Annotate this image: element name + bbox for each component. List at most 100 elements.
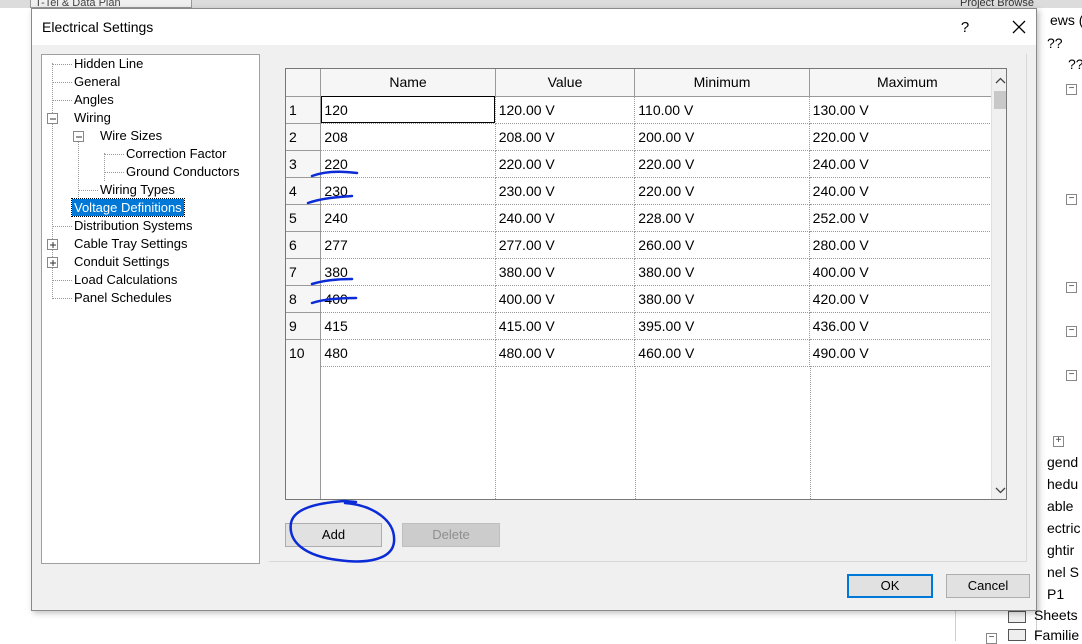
scroll-thumb[interactable] [994, 91, 1006, 109]
row-number-cell[interactable]: 10 [286, 339, 322, 367]
value-cell[interactable]: 220.00 V [495, 150, 636, 178]
value-cell[interactable]: 230.00 V [495, 177, 636, 205]
tree-item-distribution-systems[interactable]: Distribution Systems [74, 217, 192, 234]
name-cell[interactable]: 230 [320, 177, 496, 205]
collapse-icon[interactable]: − [986, 633, 997, 644]
maximum-cell[interactable]: 130.00 V [809, 96, 1006, 124]
name-cell[interactable]: 277 [320, 231, 496, 259]
maximum-cell[interactable]: 280.00 V [809, 231, 1006, 259]
tree-item-ground-conductors[interactable]: Ground Conductors [126, 163, 239, 180]
name-cell[interactable]: 480 [320, 339, 496, 367]
browser-fragment[interactable]: P1 [1047, 586, 1064, 602]
row-number-cell[interactable]: 5 [286, 204, 322, 232]
value-cell[interactable]: 400.00 V [495, 285, 636, 313]
maximum-cell[interactable]: 220.00 V [809, 123, 1006, 151]
name-cell[interactable]: 415 [320, 312, 496, 340]
maximum-cell[interactable]: 436.00 V [809, 312, 1006, 340]
table-row[interactable]: 2 208 208.00 V 200.00 V 220.00 V [286, 123, 1006, 151]
minimum-cell[interactable]: 395.00 V [634, 312, 810, 340]
close-button[interactable] [1006, 15, 1032, 39]
cancel-button[interactable]: Cancel [946, 574, 1030, 598]
column-header-minimum[interactable]: Minimum [634, 69, 810, 97]
table-row[interactable]: 5 240 240.00 V 228.00 V 252.00 V [286, 204, 1006, 232]
browser-fragment[interactable]: hedu [1047, 476, 1078, 492]
browser-fragment[interactable]: ghtir [1047, 542, 1074, 558]
name-cell[interactable]: 208 [320, 123, 496, 151]
table-row[interactable]: 10 480 480.00 V 460.00 V 490.00 V [286, 339, 1006, 367]
browser-fragment[interactable]: able [1047, 498, 1073, 514]
add-button[interactable]: Add [285, 523, 382, 547]
expand-icon[interactable]: + [1053, 436, 1064, 447]
name-cell[interactable]: 240 [320, 204, 496, 232]
browser-fragment[interactable]: nel S [1047, 564, 1079, 580]
minimum-cell[interactable]: 460.00 V [634, 339, 810, 367]
collapse-icon[interactable]: − [1066, 282, 1077, 293]
table-row[interactable]: 1 120 120.00 V 110.00 V 130.00 V [286, 96, 1006, 124]
tree-item-wiring-types[interactable]: Wiring Types [100, 181, 175, 198]
tree-item-general[interactable]: General [74, 73, 120, 90]
table-row[interactable]: 8 400 400.00 V 380.00 V 420.00 V [286, 285, 1006, 313]
delete-button[interactable]: Delete [402, 523, 500, 547]
maximum-cell[interactable]: 252.00 V [809, 204, 1006, 232]
tree-item-hidden-line[interactable]: Hidden Line [74, 55, 143, 72]
table-row[interactable]: 6 277 277.00 V 260.00 V 280.00 V [286, 231, 1006, 259]
wiring-collapse-icon[interactable] [47, 113, 58, 124]
collapse-icon[interactable]: − [1066, 84, 1077, 95]
tree-item-wire-sizes[interactable]: Wire Sizes [100, 127, 162, 144]
row-number-cell[interactable]: 9 [286, 312, 322, 340]
column-header-maximum[interactable]: Maximum [809, 69, 1006, 97]
conduit-expand-icon[interactable] [47, 257, 58, 268]
value-cell[interactable]: 480.00 V [495, 339, 636, 367]
value-cell[interactable]: 120.00 V [495, 96, 636, 124]
maximum-cell[interactable]: 240.00 V [809, 150, 1006, 178]
row-number-cell[interactable]: 1 [286, 96, 322, 124]
value-cell[interactable]: 277.00 V [495, 231, 636, 259]
tree-item-wiring[interactable]: Wiring [74, 109, 111, 126]
row-number-cell[interactable]: 2 [286, 123, 322, 151]
name-cell[interactable]: 380 [320, 258, 496, 286]
table-row[interactable]: 4 230 230.00 V 220.00 V 240.00 V [286, 177, 1006, 205]
background-view-tab[interactable]: T-Tel & Data Plan [30, 0, 192, 8]
value-cell[interactable]: 415.00 V [495, 312, 636, 340]
row-number-cell[interactable]: 4 [286, 177, 322, 205]
minimum-cell[interactable]: 220.00 V [634, 150, 810, 178]
row-number-cell[interactable]: 6 [286, 231, 322, 259]
row-number-cell[interactable]: 8 [286, 285, 322, 313]
tree-item-voltage-definitions[interactable]: Voltage Definitions [71, 198, 185, 217]
column-header-name[interactable]: Name [320, 69, 496, 97]
minimum-cell[interactable]: 228.00 V [634, 204, 810, 232]
tree-item-correction-factor[interactable]: Correction Factor [126, 145, 226, 162]
maximum-cell[interactable]: 240.00 V [809, 177, 1006, 205]
maximum-cell[interactable]: 490.00 V [809, 339, 1006, 367]
table-row[interactable]: 9 415 415.00 V 395.00 V 436.00 V [286, 312, 1006, 340]
minimum-cell[interactable]: 260.00 V [634, 231, 810, 259]
tree-item-angles[interactable]: Angles [74, 91, 114, 108]
tree-item-cable-tray-settings[interactable]: Cable Tray Settings [74, 235, 187, 252]
value-cell[interactable]: 208.00 V [495, 123, 636, 151]
value-cell[interactable]: 380.00 V [495, 258, 636, 286]
help-button[interactable]: ? [954, 17, 976, 39]
table-row[interactable]: 7 380 380.00 V 380.00 V 400.00 V [286, 258, 1006, 286]
row-number-cell[interactable]: 3 [286, 150, 322, 178]
tree-item-load-calculations[interactable]: Load Calculations [74, 271, 177, 288]
collapse-icon[interactable]: − [1066, 326, 1077, 337]
minimum-cell[interactable]: 380.00 V [634, 258, 810, 286]
scroll-down-button[interactable] [992, 482, 1006, 499]
wire-sizes-collapse-icon[interactable] [73, 131, 84, 142]
minimum-cell[interactable]: 380.00 V [634, 285, 810, 313]
table-row[interactable]: 3 220 220.00 V 220.00 V 240.00 V [286, 150, 1006, 178]
collapse-icon[interactable]: − [1066, 370, 1077, 381]
name-cell[interactable]: 120 [320, 96, 496, 124]
collapse-icon[interactable]: − [1066, 194, 1077, 205]
maximum-cell[interactable]: 400.00 V [809, 258, 1006, 286]
browser-fragment[interactable]: gend [1047, 454, 1078, 470]
scroll-up-button[interactable] [992, 72, 1006, 89]
voltage-grid[interactable]: Name Value Minimum Maximum 1 120 120.00 V1… [285, 68, 1007, 500]
settings-tree[interactable]: Hidden Line General Angles Wiring Wire S… [41, 54, 260, 564]
browser-sheets[interactable]: Sheets [1034, 607, 1078, 623]
minimum-cell[interactable]: 110.00 V [634, 96, 810, 124]
grid-vertical-scrollbar[interactable] [991, 69, 1006, 499]
row-number-cell[interactable]: 7 [286, 258, 322, 286]
tree-item-panel-schedules[interactable]: Panel Schedules [74, 289, 172, 306]
tree-item-conduit-settings[interactable]: Conduit Settings [74, 253, 169, 270]
